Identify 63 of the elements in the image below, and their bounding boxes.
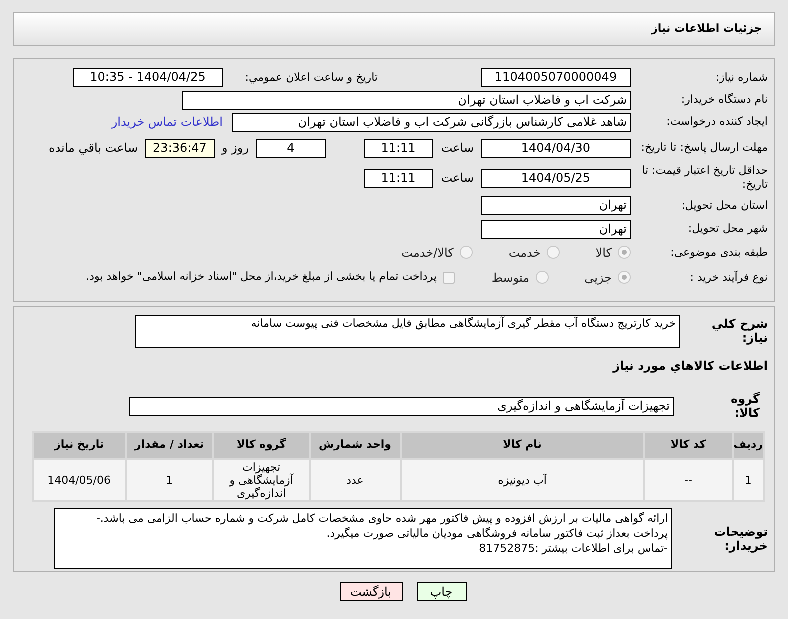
text-field[interactable]: تجهیزات آزمایشگاهی و اندازه‌گیری	[129, 396, 674, 416]
field-label: شماره نیاز:	[714, 70, 768, 84]
radio-label: متوسط	[492, 270, 530, 286]
section-title: اطلاعات کالاهاي مورد نیاز	[613, 358, 768, 375]
description-textarea[interactable]: خرید کارتریج دستگاه آب مقطر گیری آزمایشگاهی مطابق فایل مشخصات فنی پیوست سامانه	[135, 314, 680, 348]
text-field[interactable]: 4	[256, 138, 326, 158]
checkbox[interactable]	[442, 272, 455, 284]
field-label: ایجاد کننده درخواست:	[666, 115, 768, 129]
text-field[interactable]: شرکت اب و فاضلاب استان تهران	[182, 90, 631, 110]
radio-label: کالا/خدمت	[402, 244, 454, 262]
column-header: ردیف	[734, 433, 763, 458]
page-title: جزئیات اطلاعات نیاز	[652, 20, 762, 37]
column-header: نام کالا	[402, 433, 644, 458]
text-field[interactable]: 1104005070000049	[481, 68, 631, 87]
field-label: ساعت	[440, 141, 474, 155]
table-cell: 1	[126, 460, 212, 500]
column-header: کد کالا	[645, 433, 732, 458]
radio-button[interactable]	[618, 271, 631, 284]
column-header: واحد شمارش	[310, 433, 400, 458]
radio-label: کالا	[596, 244, 612, 262]
field-label: تاریخ و ساعت اعلان عمومي:	[244, 70, 378, 84]
table-cell: عدد	[310, 460, 400, 500]
table-cell: 1	[734, 460, 763, 500]
radio-button[interactable]	[536, 271, 549, 284]
field-label: نوع فرآیند خرید :	[689, 270, 768, 284]
field-label: نام دستگاه خریدار:	[680, 93, 768, 107]
field-label: شهر محل تحویل:	[687, 222, 768, 236]
text-field[interactable]: تهران	[481, 220, 631, 238]
field-label: ساعت باقي مانده	[48, 141, 138, 155]
checkbox-label: پرداخت تمام یا بخشی از مبلغ خرید،از محل "اسناد خزانه اسلامی" خواهد بود.	[86, 269, 437, 286]
print-button[interactable]: چاپ	[416, 582, 466, 601]
field-label: گروه کالا:	[730, 392, 760, 420]
text-field[interactable]: 11:11	[364, 138, 433, 158]
buyer-contact-link[interactable]: اطلاعات تماس خریدار	[112, 113, 223, 131]
table-cell: --	[645, 460, 732, 500]
column-header: تاریخ نیاز	[34, 433, 125, 458]
text-field[interactable]: 1404/05/25	[481, 168, 631, 188]
text-field[interactable]: 11:11	[364, 168, 433, 188]
back-button[interactable]: بازگشت	[340, 582, 402, 601]
field-label: طبقه بندی موضوعی:	[670, 246, 768, 260]
table-cell: 1404/05/06	[34, 460, 125, 500]
field-label: استان محل تحویل:	[680, 198, 768, 212]
field-label: توضیحات خریدار:	[713, 524, 768, 552]
radio-button[interactable]	[460, 246, 473, 259]
field-label: حداقل تاریخ اعتبار قیمت: تا تاریخ:	[641, 164, 768, 192]
table-cell: آب دیونیزه	[402, 460, 644, 500]
text-field[interactable]: 1404/04/25 - 10:35	[73, 68, 223, 87]
table-cell: تجهیزات آزمایشگاهی و اندازه‌گیری	[214, 460, 309, 500]
text-field[interactable]: شاهد غلامی کارشناس بازرگانی شرکت اب و فاضلاب استان تهران	[232, 112, 631, 132]
field-label: ساعت	[440, 171, 474, 185]
radio-button[interactable]	[546, 246, 560, 259]
column-header: گروه کالا	[214, 433, 309, 458]
field-label: روز و	[222, 141, 249, 155]
radio-label: جزیی	[584, 270, 612, 286]
text-field[interactable]: تهران	[481, 196, 631, 215]
column-header: تعداد / مقدار	[126, 433, 212, 458]
field-label: مهلت ارسال پاسخ: تا تاریخ:	[640, 141, 768, 155]
radio-label: خدمت	[508, 244, 541, 262]
radio-button[interactable]	[618, 246, 631, 259]
text-field[interactable]: 23:36:47	[145, 138, 215, 158]
notes-textarea[interactable]: ارائه گواهی مالیات بر ارزش افزوده و پیش فاکتور مهر شده حاوی مشخصات کامل شرکت و شماره حساب الزامی می باشد.- پرداخت بعداز ثبت فاکتور سامانه فروشگاهی مودیان مالیاتی صورت میگیرد. -تماس برای اطلاعات بیشتر :81752875	[54, 508, 672, 569]
field-label: شرح کلي نیاز:	[710, 317, 768, 345]
text-field[interactable]: 1404/04/30	[481, 138, 631, 158]
